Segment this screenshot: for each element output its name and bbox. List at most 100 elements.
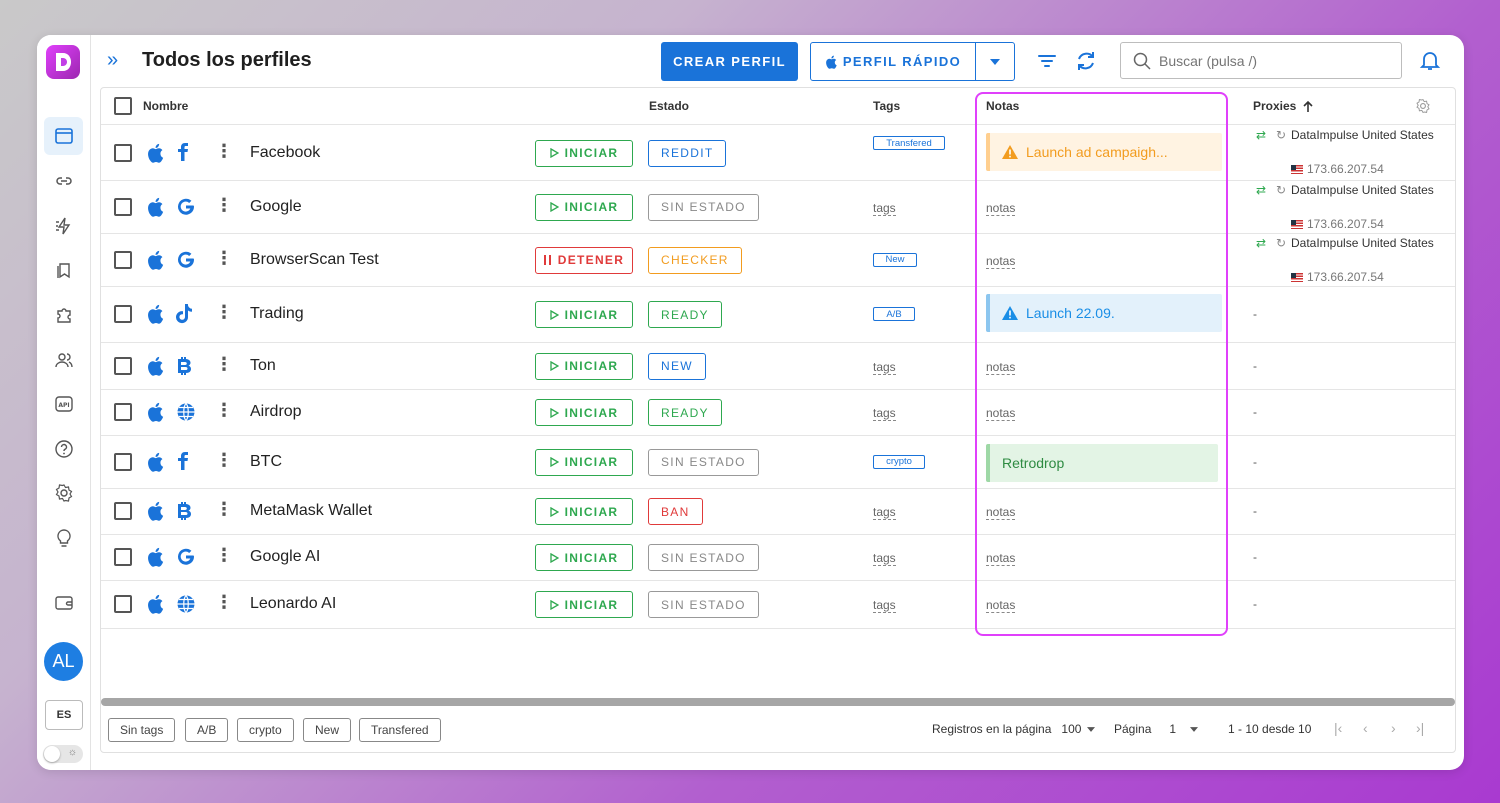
profile-name[interactable]: BrowserScan Test <box>250 251 379 269</box>
row-menu-icon[interactable]: ⋮ <box>215 592 233 613</box>
prev-page-icon[interactable]: ‹ <box>1363 720 1368 736</box>
expand-sidebar-icon[interactable]: » <box>107 49 118 72</box>
col-header-notes[interactable]: Notas <box>986 88 1019 124</box>
status-badge[interactable]: BAN <box>648 498 703 525</box>
search-box[interactable] <box>1120 42 1402 79</box>
refresh-proxy-icon[interactable]: ↻ <box>1276 183 1286 197</box>
tags-placeholder[interactable]: tags <box>873 360 896 375</box>
note-card[interactable]: Launch ad campaigh... <box>986 133 1222 171</box>
sidebar-item-profiles[interactable] <box>44 117 83 155</box>
row-menu-icon[interactable]: ⋮ <box>215 195 233 216</box>
app-logo[interactable] <box>46 45 80 79</box>
sidebar-item-bookmarks[interactable] <box>44 251 83 289</box>
status-badge[interactable]: READY <box>648 301 722 328</box>
sidebar-item-automation[interactable] <box>44 207 83 245</box>
profile-name[interactable]: MetaMask Wallet <box>250 502 372 520</box>
table-row[interactable]: ⋮ MetaMask Wallet INICIAR BAN tags notas… <box>101 488 1455 534</box>
status-badge[interactable]: REDDIT <box>648 139 727 167</box>
row-checkbox[interactable] <box>114 197 132 216</box>
notes-placeholder[interactable]: notas <box>986 201 1016 216</box>
first-page-icon[interactable]: |‹ <box>1334 720 1342 736</box>
stop-button[interactable]: DETENER <box>535 246 633 274</box>
bell-icon[interactable] <box>1418 48 1442 72</box>
row-menu-icon[interactable]: ⋮ <box>215 354 233 375</box>
tag-filter-chip[interactable]: Sin tags <box>108 718 176 742</box>
row-menu-icon[interactable]: ⋮ <box>215 141 233 162</box>
sidebar-item-api[interactable]: API <box>44 385 83 423</box>
notes-placeholder[interactable]: notas <box>986 505 1016 520</box>
swap-icon[interactable]: ⇄ <box>1256 128 1266 142</box>
tags-placeholder[interactable]: tags <box>873 598 896 613</box>
notes-placeholder[interactable]: notas <box>986 598 1016 613</box>
table-row[interactable]: ⋮ Trading INICIAR READY A/B Launch 22.09… <box>101 286 1455 342</box>
row-menu-icon[interactable]: ⋮ <box>215 450 233 471</box>
row-checkbox[interactable] <box>114 595 132 613</box>
tag-filter-chip[interactable]: crypto <box>237 718 294 742</box>
status-badge[interactable]: READY <box>648 399 722 426</box>
row-checkbox[interactable] <box>114 548 132 566</box>
select-all-checkbox[interactable] <box>114 97 132 115</box>
tags-placeholder[interactable]: tags <box>873 201 896 216</box>
start-button[interactable]: INICIAR <box>535 399 633 426</box>
sidebar-item-team[interactable] <box>44 341 83 379</box>
row-menu-icon[interactable]: ⋮ <box>215 545 233 566</box>
refresh-proxy-icon[interactable]: ↻ <box>1276 128 1286 142</box>
tags-placeholder[interactable]: tags <box>873 406 896 421</box>
table-row[interactable]: ⋮ BrowserScan Test DETENER CHECKER New n… <box>101 233 1455 286</box>
start-button[interactable]: INICIAR <box>535 591 633 618</box>
sidebar-item-extensions[interactable] <box>44 296 83 334</box>
user-avatar[interactable]: AL <box>44 642 83 681</box>
row-checkbox[interactable] <box>114 502 132 520</box>
rows-per-page[interactable]: Registros en la página 100 <box>932 722 1096 736</box>
sidebar-item-links[interactable] <box>44 162 83 200</box>
start-button[interactable]: INICIAR <box>535 352 633 380</box>
column-settings-icon[interactable] <box>1415 98 1431 114</box>
refresh-proxy-icon[interactable]: ↻ <box>1276 236 1286 250</box>
tags-placeholder[interactable]: tags <box>873 505 896 520</box>
status-badge[interactable]: SIN ESTADO <box>648 448 759 476</box>
note-card[interactable]: Retrodrop <box>986 443 1218 482</box>
profile-name[interactable]: Trading <box>250 305 304 323</box>
refresh-icon[interactable] <box>1074 49 1098 73</box>
theme-toggle[interactable]: ☼ <box>43 745 83 763</box>
start-button[interactable]: INICIAR <box>535 139 633 167</box>
status-badge[interactable]: SIN ESTADO <box>648 193 759 221</box>
profile-name[interactable]: Google <box>250 198 302 216</box>
profile-name[interactable]: Facebook <box>250 144 320 162</box>
tag-filter-chip[interactable]: Transfered <box>359 718 441 742</box>
status-badge[interactable]: SIN ESTADO <box>648 544 759 571</box>
col-header-status[interactable]: Estado <box>649 88 689 124</box>
page-selector[interactable]: Página 1 <box>1114 722 1199 736</box>
profile-name[interactable]: Airdrop <box>250 403 302 421</box>
start-button[interactable]: INICIAR <box>535 498 633 525</box>
quick-profile-button[interactable]: PERFIL RÁPIDO <box>810 42 1015 81</box>
row-checkbox[interactable] <box>114 356 132 375</box>
notes-placeholder[interactable]: notas <box>986 406 1016 421</box>
sidebar-item-help[interactable] <box>44 430 83 468</box>
table-row[interactable]: ⋮ Airdrop INICIAR READY tags notas - <box>101 389 1455 435</box>
tag-filter-chip[interactable]: A/B <box>185 718 229 742</box>
start-button[interactable]: INICIAR <box>535 193 633 221</box>
last-page-icon[interactable]: ›| <box>1416 720 1424 736</box>
status-badge[interactable]: CHECKER <box>648 246 742 274</box>
row-checkbox[interactable] <box>114 403 132 421</box>
swap-icon[interactable]: ⇄ <box>1256 183 1266 197</box>
create-profile-button[interactable]: CREAR PERFIL <box>661 42 798 81</box>
tag-chip[interactable]: crypto <box>873 454 925 469</box>
tags-placeholder[interactable]: tags <box>873 551 896 566</box>
tag-chip[interactable]: New <box>873 252 917 267</box>
table-row[interactable]: ⋮ Facebook INICIAR REDDIT Transfered Lau… <box>101 125 1455 180</box>
notes-placeholder[interactable]: notas <box>986 360 1016 375</box>
profile-name[interactable]: Leonardo AI <box>250 595 336 613</box>
next-page-icon[interactable]: › <box>1391 720 1396 736</box>
sidebar-item-ideas[interactable] <box>44 519 83 557</box>
col-header-name[interactable]: Nombre <box>143 88 188 124</box>
sidebar-item-wallet[interactable] <box>44 584 83 622</box>
notes-placeholder[interactable]: notas <box>986 551 1016 566</box>
tag-chip[interactable]: Transfered <box>873 136 945 150</box>
col-header-proxies[interactable]: Proxies <box>1253 88 1314 124</box>
profile-name[interactable]: Google AI <box>250 548 320 566</box>
table-row[interactable]: ⋮ Ton INICIAR NEW tags notas - <box>101 342 1455 389</box>
horizontal-scrollbar[interactable] <box>101 698 1455 706</box>
row-menu-icon[interactable]: ⋮ <box>215 400 233 421</box>
